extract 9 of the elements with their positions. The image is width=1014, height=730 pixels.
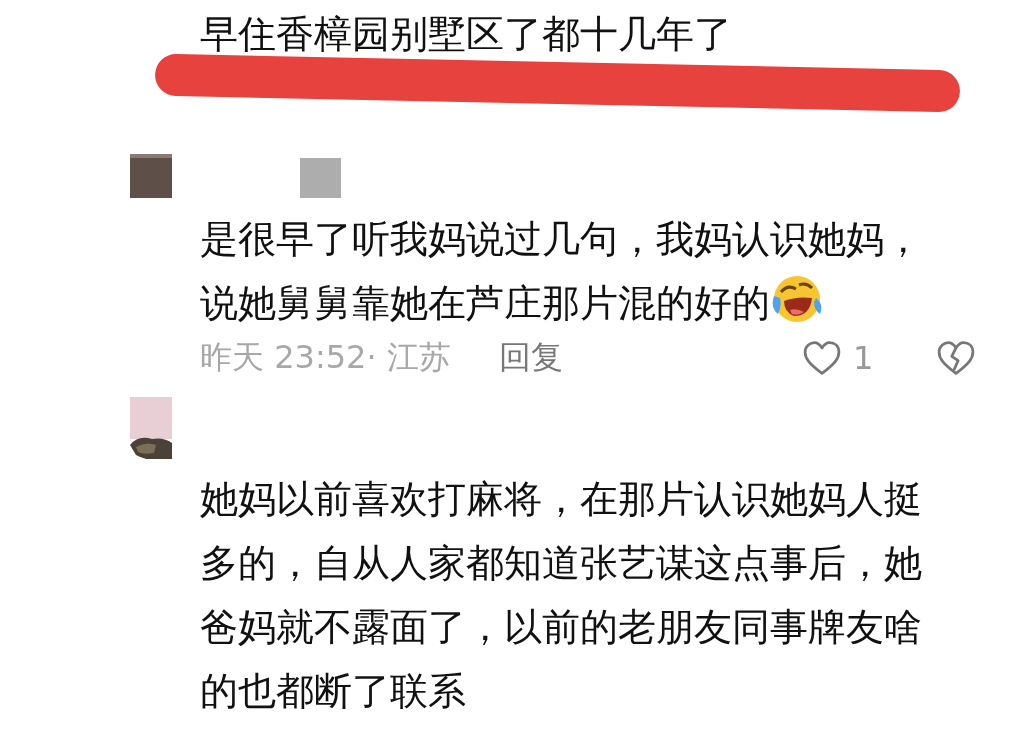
reply-link[interactable]: 回复: [498, 336, 563, 380]
comment-text: 是很早了听我妈说过几句，我妈认识她妈，说她舅舅靠她在芦庄那片混的好的: [200, 216, 923, 327]
comment-time-location: 昨天 23:52· 江苏: [200, 337, 451, 378]
comment-text: 她妈以前喜欢打麻将，在那片认识她妈人挺多的，自从人家都知道张艺谋这点事后，她爸妈就不露面了，以前的老朋友同事牌友啥的也都断了联系: [200, 476, 923, 715]
like-count: 1: [853, 339, 873, 377]
avatar[interactable]: [130, 397, 172, 459]
broken-heart-icon[interactable]: [937, 340, 975, 376]
comment-text: 早住香樟园别墅区了都十几年了: [200, 11, 733, 58]
heart-icon[interactable]: [803, 340, 841, 376]
